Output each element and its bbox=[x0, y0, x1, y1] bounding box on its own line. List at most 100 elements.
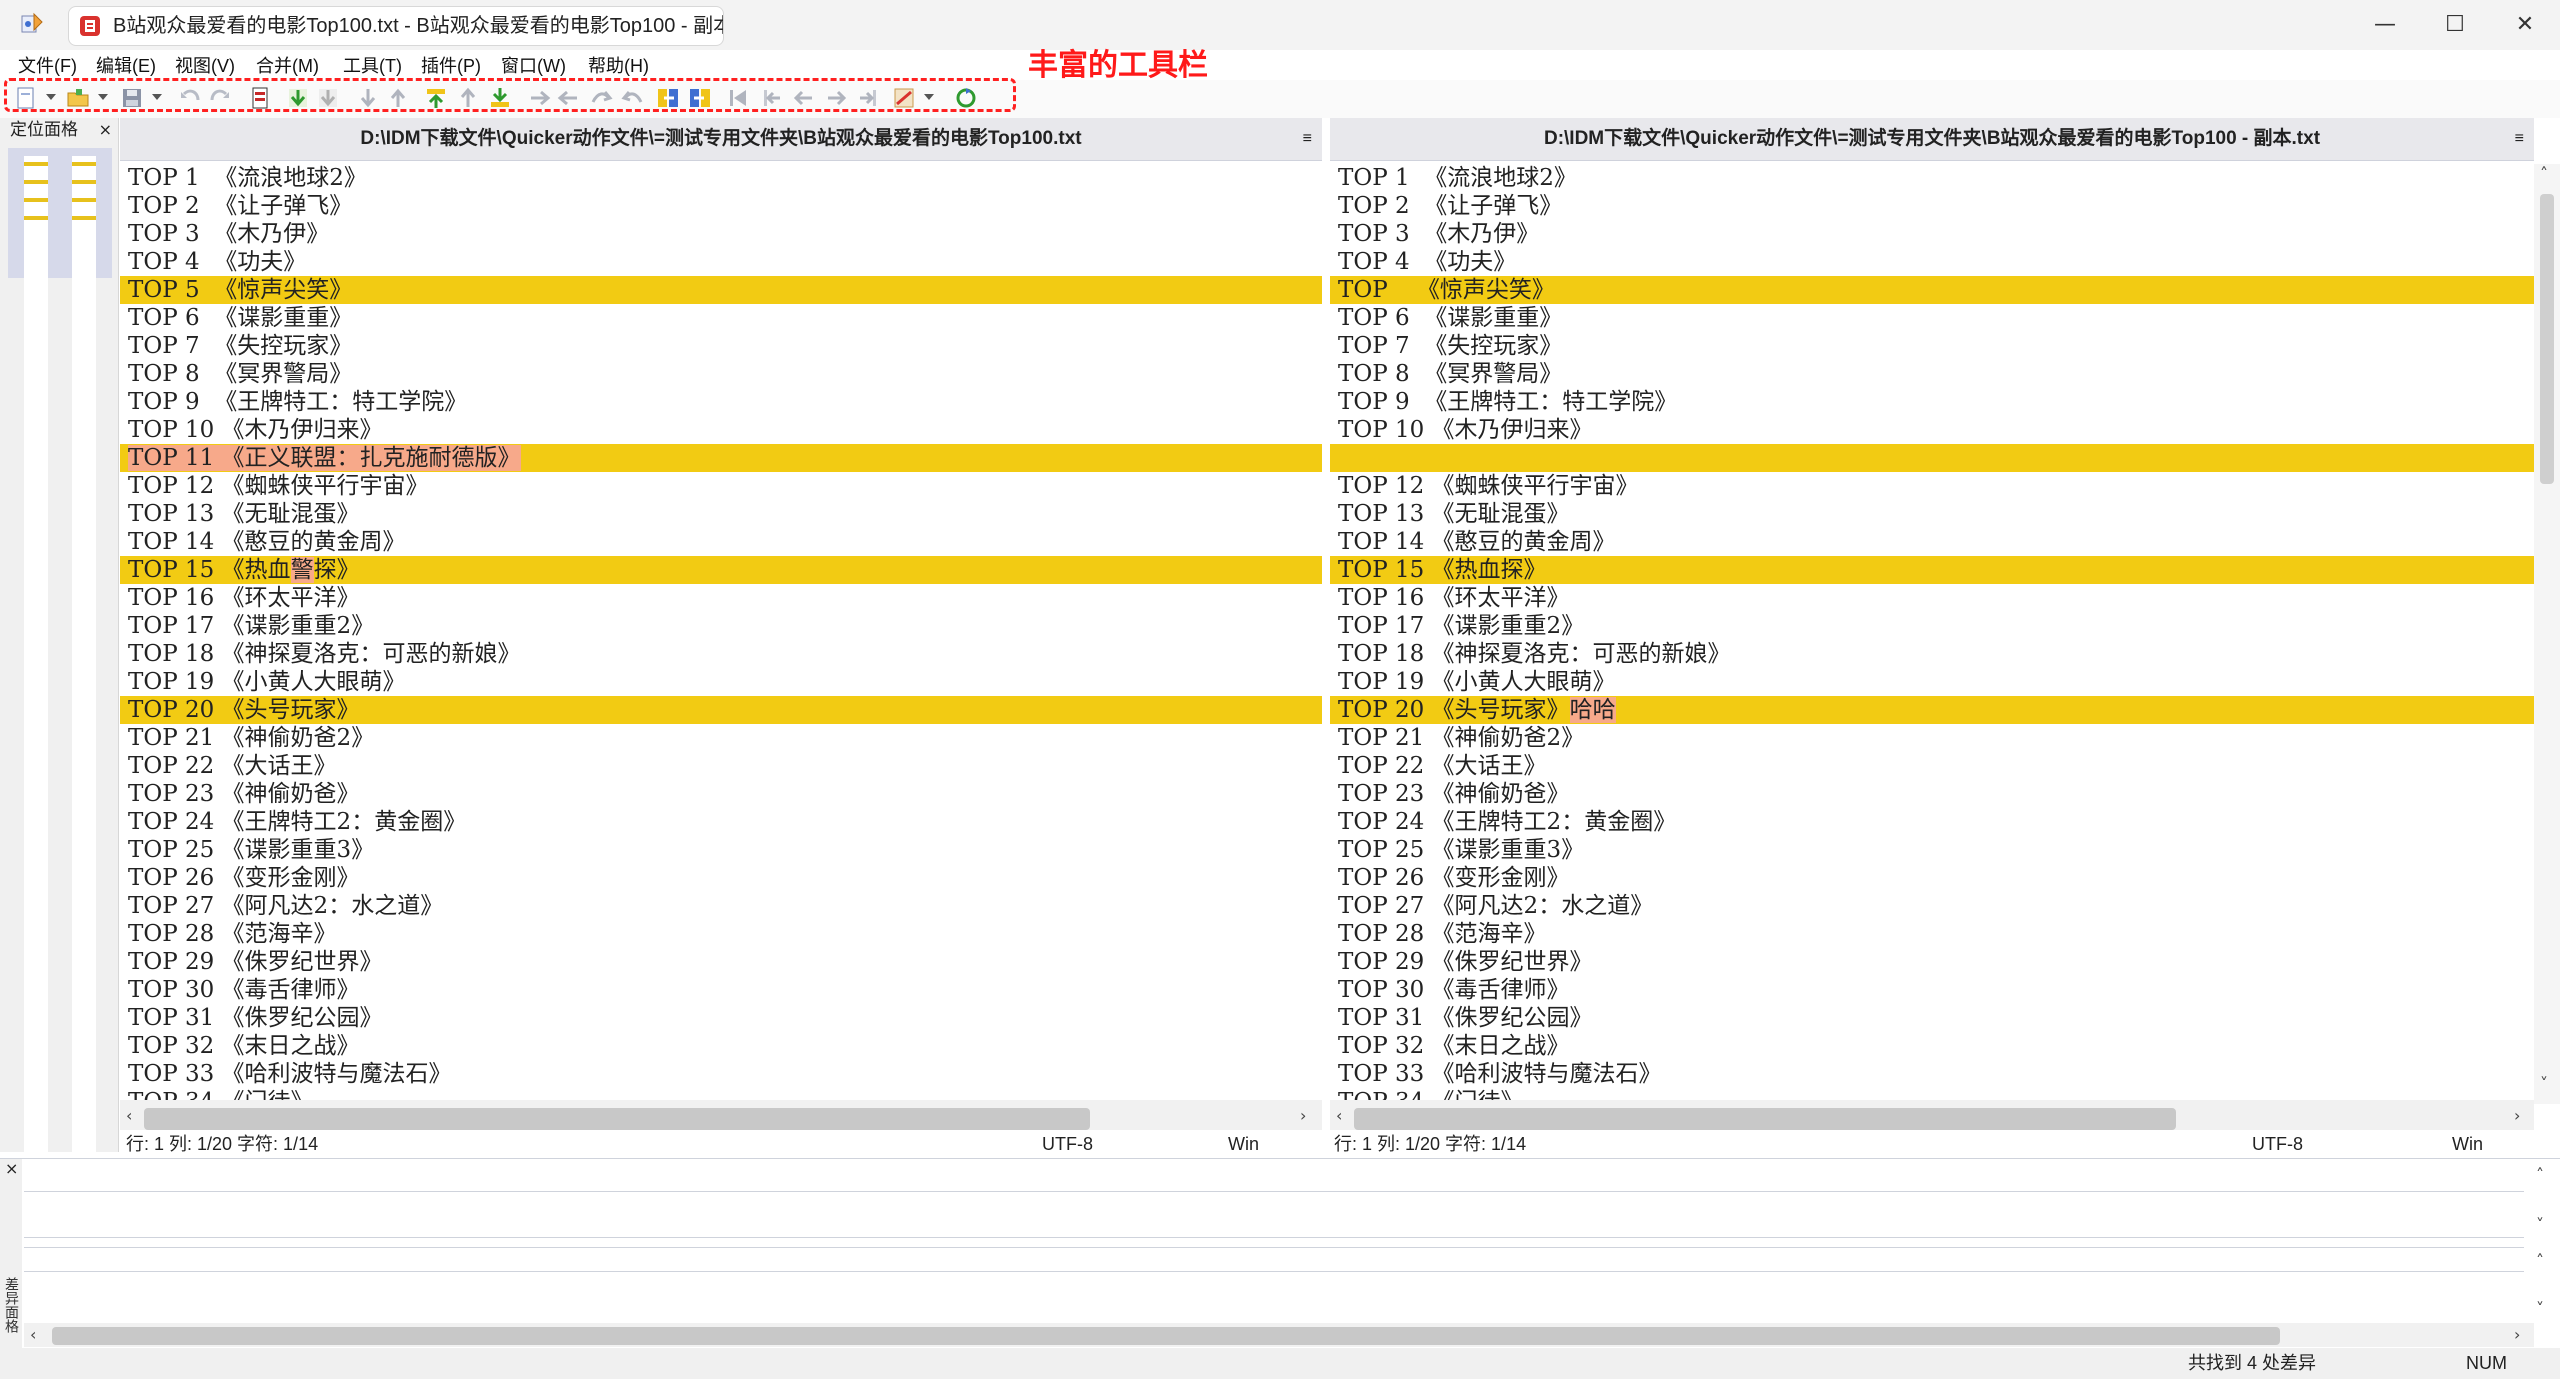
left-pane-menu-icon[interactable]: ≡ bbox=[1303, 118, 1312, 160]
text-line[interactable]: TOP 13 《无耻混蛋》 bbox=[1330, 500, 2534, 528]
text-line[interactable]: TOP 10 《木乃伊归来》 bbox=[120, 416, 1322, 444]
diff-horizontal-scrollbar[interactable]: ‹ › bbox=[24, 1323, 2534, 1347]
text-line[interactable]: TOP 2 《让子弹飞》 bbox=[120, 192, 1322, 220]
text-line[interactable]: TOP 6 《谍影重重》 bbox=[120, 304, 1322, 332]
menu-plugins[interactable]: 插件(P) bbox=[421, 54, 481, 78]
text-line[interactable]: TOP 30 《毒舌律师》 bbox=[1330, 976, 2534, 1004]
locator-close-button[interactable]: × bbox=[99, 118, 112, 142]
menu-merge[interactable]: 合并(M) bbox=[256, 54, 319, 78]
menu-edit[interactable]: 编辑(E) bbox=[96, 54, 156, 78]
text-line[interactable]: TOP 1 《流浪地球2》 bbox=[120, 164, 1322, 192]
right-vscroll-thumb[interactable] bbox=[2540, 194, 2554, 484]
text-line[interactable]: TOP 4 《功夫》 bbox=[120, 248, 1322, 276]
text-line[interactable]: TOP 9 《王牌特工：特工学院》 bbox=[1330, 388, 2534, 416]
text-line[interactable]: TOP 30 《毒舌律师》 bbox=[120, 976, 1322, 1004]
text-line[interactable]: TOP 25 《谍影重重3》 bbox=[120, 836, 1322, 864]
right-horizontal-scrollbar[interactable]: ‹ › bbox=[1330, 1100, 2534, 1130]
left-hscroll-thumb[interactable] bbox=[144, 1108, 1090, 1130]
text-line[interactable]: TOP 33 《哈利波特与魔法石》 bbox=[1330, 1060, 2534, 1088]
menu-window[interactable]: 窗口(W) bbox=[501, 54, 566, 78]
text-line[interactable]: TOP 24 《王牌特工2：黄金圈》 bbox=[120, 808, 1322, 836]
close-button[interactable]: ✕ bbox=[2490, 0, 2560, 50]
text-line[interactable]: TOP 29 《侏罗纪世界》 bbox=[1330, 948, 2534, 976]
text-line[interactable]: TOP 2 《让子弹飞》 bbox=[1330, 192, 2534, 220]
locator-left-column[interactable] bbox=[24, 156, 48, 1264]
diff-line[interactable]: TOP 20 《头号玩家》 bbox=[120, 696, 1322, 724]
text-line[interactable]: TOP 16 《环太平洋》 bbox=[1330, 584, 2534, 612]
diff-scroll-up-icon[interactable]: ˄ bbox=[2536, 1165, 2544, 1184]
text-line[interactable]: TOP 14 《憨豆的黄金周》 bbox=[120, 528, 1322, 556]
text-line[interactable]: TOP 23 《神偷奶爸》 bbox=[120, 780, 1322, 808]
text-line[interactable]: TOP 8 《冥界警局》 bbox=[1330, 360, 2534, 388]
text-line[interactable]: TOP 19 《小黄人大眼萌》 bbox=[1330, 668, 2534, 696]
scroll-left-icon[interactable]: ‹ bbox=[1336, 1106, 1342, 1125]
text-line[interactable]: TOP 32 《末日之战》 bbox=[1330, 1032, 2534, 1060]
text-line[interactable]: TOP 22 《大话王》 bbox=[1330, 752, 2534, 780]
text-line[interactable]: TOP 29 《侏罗纪世界》 bbox=[120, 948, 1322, 976]
diff-line[interactable]: TOP 15 《热血探》 bbox=[1330, 556, 2534, 584]
text-line[interactable]: TOP 26 《变形金刚》 bbox=[120, 864, 1322, 892]
diff-pane-close-button[interactable]: × bbox=[5, 1159, 18, 1178]
menu-tools[interactable]: 工具(T) bbox=[343, 54, 402, 78]
text-line[interactable]: TOP 13 《无耻混蛋》 bbox=[120, 500, 1322, 528]
text-line[interactable]: TOP 6 《谍影重重》 bbox=[1330, 304, 2534, 332]
text-line[interactable]: TOP 10 《木乃伊归来》 bbox=[1330, 416, 2534, 444]
text-line[interactable]: TOP 7 《失控玩家》 bbox=[1330, 332, 2534, 360]
locator-right-column[interactable] bbox=[72, 156, 96, 1264]
text-line[interactable]: TOP 12 《蜘蛛侠平行宇宙》 bbox=[1330, 472, 2534, 500]
text-line[interactable]: TOP 7 《失控玩家》 bbox=[120, 332, 1322, 360]
text-line[interactable]: TOP 31 《侏罗纪公园》 bbox=[1330, 1004, 2534, 1032]
right-vertical-scrollbar[interactable]: ˄ ˅ bbox=[2534, 164, 2560, 1104]
text-line[interactable]: TOP 16 《环太平洋》 bbox=[120, 584, 1322, 612]
text-line[interactable]: TOP 22 《大话王》 bbox=[120, 752, 1322, 780]
scroll-left-icon[interactable]: ‹ bbox=[30, 1325, 36, 1344]
text-line[interactable]: TOP 27 《阿凡达2：水之道》 bbox=[120, 892, 1322, 920]
text-line[interactable]: TOP 24 《王牌特工2：黄金圈》 bbox=[1330, 808, 2534, 836]
text-line[interactable]: TOP 26 《变形金刚》 bbox=[1330, 864, 2534, 892]
diff-line[interactable]: TOP 5 《惊声尖笑》 bbox=[120, 276, 1322, 304]
left-horizontal-scrollbar[interactable]: ‹ › bbox=[120, 1100, 1322, 1130]
scroll-up-icon[interactable]: ˄ bbox=[2540, 164, 2548, 183]
text-line[interactable]: TOP 25 《谍影重重3》 bbox=[1330, 836, 2534, 864]
text-line[interactable]: TOP 27 《阿凡达2：水之道》 bbox=[1330, 892, 2534, 920]
left-text-area[interactable]: TOP 1 《流浪地球2》 TOP 2 《让子弹飞》 TOP 3 《木乃伊》 TOP … bbox=[120, 164, 1322, 1104]
minimize-button[interactable]: — bbox=[2350, 0, 2420, 50]
text-line[interactable]: TOP 19 《小黄人大眼萌》 bbox=[120, 668, 1322, 696]
diff-line[interactable]: TOP 20 《头号玩家》哈哈 bbox=[1330, 696, 2534, 724]
text-line[interactable]: TOP 8 《冥界警局》 bbox=[120, 360, 1322, 388]
text-line[interactable]: TOP 31 《侏罗纪公园》 bbox=[120, 1004, 1322, 1032]
text-line[interactable]: TOP 9 《王牌特工：特工学院》 bbox=[120, 388, 1322, 416]
maximize-button[interactable]: ☐ bbox=[2420, 0, 2490, 50]
text-line[interactable]: TOP 14 《憨豆的黄金周》 bbox=[1330, 528, 2534, 556]
diff-line[interactable]: TOP 15 《热血警探》 bbox=[120, 556, 1322, 584]
text-line[interactable]: TOP 28 《范海辛》 bbox=[120, 920, 1322, 948]
diff-hscroll-thumb[interactable] bbox=[52, 1327, 2280, 1345]
scroll-right-icon[interactable]: › bbox=[2514, 1325, 2520, 1344]
text-line[interactable]: TOP 1 《流浪地球2》 bbox=[1330, 164, 2534, 192]
text-line[interactable]: TOP 21 《神偷奶爸2》 bbox=[1330, 724, 2534, 752]
menu-help[interactable]: 帮助(H) bbox=[588, 54, 649, 78]
text-line[interactable]: TOP 28 《范海辛》 bbox=[1330, 920, 2534, 948]
document-tab[interactable]: B站观众最爱看的电影Top100.txt - B站观众最爱看的电影Top100 … bbox=[68, 6, 724, 46]
diff-scroll-up-icon[interactable]: ˄ bbox=[2536, 1251, 2544, 1270]
menu-view[interactable]: 视图(V) bbox=[175, 54, 235, 78]
scroll-down-icon[interactable]: ˅ bbox=[2540, 1074, 2548, 1093]
diff-line[interactable] bbox=[1330, 444, 2534, 472]
diff-scroll-down-icon[interactable]: ˅ bbox=[2536, 1215, 2544, 1234]
scroll-right-icon[interactable]: › bbox=[2514, 1106, 2520, 1125]
diff-line[interactable]: TOP 《惊声尖笑》 bbox=[1330, 276, 2534, 304]
menu-file[interactable]: 文件(F) bbox=[18, 54, 77, 78]
text-line[interactable]: TOP 23 《神偷奶爸》 bbox=[1330, 780, 2534, 808]
text-line[interactable]: TOP 17 《谍影重重2》 bbox=[1330, 612, 2534, 640]
text-line[interactable]: TOP 17 《谍影重重2》 bbox=[120, 612, 1322, 640]
text-line[interactable]: TOP 32 《末日之战》 bbox=[120, 1032, 1322, 1060]
right-hscroll-thumb[interactable] bbox=[1354, 1108, 2176, 1130]
diff-line[interactable]: TOP 11 《正义联盟：扎克施耐德版》 bbox=[120, 444, 1322, 472]
text-line[interactable]: TOP 3 《木乃伊》 bbox=[1330, 220, 2534, 248]
text-line[interactable]: TOP 33 《哈利波特与魔法石》 bbox=[120, 1060, 1322, 1088]
text-line[interactable]: TOP 4 《功夫》 bbox=[1330, 248, 2534, 276]
diff-scroll-down-icon[interactable]: ˅ bbox=[2536, 1299, 2544, 1318]
text-line[interactable]: TOP 21 《神偷奶爸2》 bbox=[120, 724, 1322, 752]
scroll-right-icon[interactable]: › bbox=[1300, 1106, 1306, 1125]
right-text-area[interactable]: TOP 1 《流浪地球2》 TOP 2 《让子弹飞》 TOP 3 《木乃伊》 TOP … bbox=[1330, 164, 2534, 1104]
